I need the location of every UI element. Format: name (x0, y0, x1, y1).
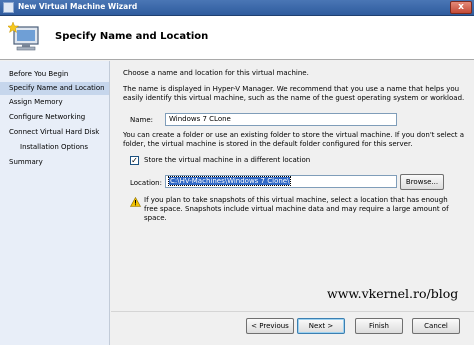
name-help-text: The name is displayed in Hyper-V Manager… (123, 85, 465, 102)
title-bar: New Virtual Machine Wizard x (0, 0, 474, 16)
location-value: C:\HV-Machines\Windows 7 Clone\ (167, 176, 292, 186)
wizard-content: Choose a name and location for this virt… (111, 61, 474, 311)
store-location-checkbox[interactable]: ✓ (130, 156, 139, 165)
app-icon (3, 2, 14, 13)
intro-text: Choose a name and location for this virt… (123, 69, 309, 77)
previous-button[interactable]: < Previous (246, 318, 294, 334)
browse-button[interactable]: Browse... (400, 174, 444, 190)
wizard-header: Specify Name and Location (0, 16, 474, 60)
warning-text: If you plan to take snapshots of this vi… (144, 196, 449, 222)
nav-item-specify-name-location[interactable]: Specify Name and Location (0, 82, 109, 95)
finish-button[interactable]: Finish (355, 318, 403, 334)
next-button[interactable]: Next > (297, 318, 345, 334)
watermark-text: www.vkernel.ro/blog (327, 286, 459, 301)
location-input[interactable]: C:\HV-Machines\Windows 7 Clone\ (165, 175, 397, 188)
page-title: Specify Name and Location (55, 31, 209, 42)
location-label: Location: (130, 179, 162, 187)
nav-item-configure-networking[interactable]: Configure Networking (0, 111, 109, 124)
footer-divider (111, 311, 474, 312)
wizard-steps-nav: Before You Begin Specify Name and Locati… (0, 61, 110, 345)
location-help-text: You can create a folder or use an existi… (123, 131, 465, 148)
close-button[interactable]: x (450, 1, 472, 14)
name-input[interactable]: Windows 7 CLone (165, 113, 397, 126)
window-title: New Virtual Machine Wizard (18, 2, 138, 11)
warning-icon (130, 197, 141, 207)
nav-item-summary[interactable]: Summary (0, 156, 109, 169)
wizard-vm-icon (8, 21, 39, 51)
store-location-label: Store the virtual machine in a different… (144, 156, 311, 164)
cancel-button[interactable]: Cancel (412, 318, 460, 334)
name-label: Name: (130, 116, 154, 124)
nav-item-connect-vhd[interactable]: Connect Virtual Hard Disk (0, 126, 109, 139)
nav-item-assign-memory[interactable]: Assign Memory (0, 96, 109, 109)
nav-item-installation-options[interactable]: Installation Options (0, 141, 109, 154)
nav-item-before-you-begin[interactable]: Before You Begin (0, 68, 109, 81)
